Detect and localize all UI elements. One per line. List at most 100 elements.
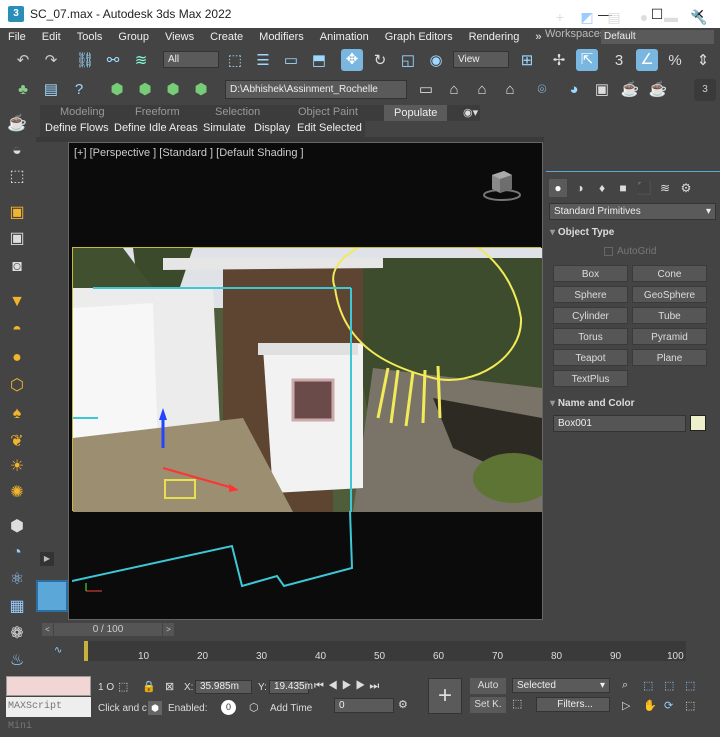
shortcut-3-icon[interactable]: ⬢ (162, 79, 184, 101)
spark-icon[interactable]: ❦ (6, 431, 28, 453)
select-and-place-icon[interactable]: ◉ (425, 50, 447, 72)
motion-tab-icon[interactable]: ● (635, 8, 653, 26)
hierarchy-tab-icon[interactable]: ▤ (605, 8, 623, 26)
playback-controls[interactable]: ⏮◀▶▶⏭ (314, 680, 414, 694)
edit-selected-button[interactable]: Edit Selected (297, 122, 362, 134)
sun-icon[interactable]: ☀ (6, 456, 28, 478)
unlink-icon[interactable]: ⚯ (102, 50, 124, 72)
object-color-swatch[interactable] (690, 415, 706, 431)
object-paint-icon[interactable]: ◒ (6, 140, 28, 162)
tab-populate[interactable]: Populate (384, 105, 448, 121)
display-button[interactable]: Display (254, 122, 290, 134)
set-key-button[interactable]: Set K. (470, 697, 506, 713)
render-frame-icon[interactable]: ▣ (591, 79, 613, 101)
geodesic-icon[interactable]: ⬡ (6, 375, 28, 397)
maximize-viewport-icon[interactable]: ⬚ (685, 699, 699, 713)
shortcut-4-icon[interactable]: ⬢ (190, 79, 212, 101)
menu-group[interactable]: Group (110, 31, 157, 43)
viewport-lower-area[interactable] (71, 510, 541, 619)
simulate-button[interactable]: Simulate (203, 122, 246, 134)
sphere-button[interactable]: Sphere (553, 286, 628, 303)
menu-modifiers[interactable]: Modifiers (251, 31, 312, 43)
define-idle-areas-button[interactable]: Define Idle Areas (114, 122, 198, 134)
object-name-field[interactable]: Box001 (553, 415, 686, 432)
category-dropdown[interactable]: Standard Primitives ▾ (549, 203, 716, 220)
mushroom-icon[interactable]: ♠ (6, 403, 28, 425)
track-bar[interactable]: 10 20 30 40 50 60 70 80 90 100 (84, 641, 686, 662)
geosphere-button[interactable]: GeoSphere (632, 286, 707, 303)
named-selection-icon[interactable]: ⌂ (443, 79, 465, 101)
help-icon[interactable]: ? (68, 79, 90, 101)
next-frame-icon[interactable]: > (163, 623, 174, 636)
selection-filter-dropdown[interactable]: All (163, 51, 219, 68)
cone-button[interactable]: Cone (632, 265, 707, 282)
systems-icon[interactable]: ⚙ (677, 179, 695, 197)
helpers-icon[interactable]: ⬛ (635, 179, 653, 197)
layer-explorer-icon[interactable]: ▤ (40, 79, 62, 101)
utilities-tab-icon[interactable]: 🔧 (690, 8, 708, 26)
name-and-color-rollout[interactable]: ▾ Name and Color (550, 396, 714, 411)
folder-open-icon[interactable]: ▭ (415, 79, 437, 101)
angle-snap-icon[interactable]: ∠ (636, 49, 658, 71)
key-mode-icon[interactable]: ⬚ (512, 697, 530, 712)
percent-snap-icon[interactable]: % (664, 50, 686, 72)
geometry-icon[interactable]: ● (549, 179, 567, 197)
zoom-all-icon[interactable]: ⬚ (643, 679, 657, 693)
keyboard-shortcut-override-icon[interactable]: ⇱ (576, 49, 598, 71)
add-time-tag[interactable]: Add Time (270, 703, 312, 714)
selected-dropdown[interactable]: Selected ▾ (512, 678, 610, 693)
menu-create[interactable]: Create (202, 31, 251, 43)
hemisphere-icon[interactable]: ◓ (6, 319, 28, 341)
menu-rendering[interactable]: Rendering (461, 31, 528, 43)
viewport-label[interactable]: [+] [Perspective ] [Standard ] [Default … (74, 147, 304, 159)
x-coordinate-field[interactable]: 35.985m (195, 680, 252, 694)
select-manipulate-icon[interactable]: ✢ (548, 50, 570, 72)
key-filters-button[interactable]: Filters... (536, 697, 610, 712)
tube-button[interactable]: Tube (632, 307, 707, 324)
spinner-snap-icon[interactable]: ⇕ (692, 50, 714, 72)
fire-icon[interactable]: ♨ (6, 650, 28, 672)
expand-toolbar-icon[interactable]: ▶ (40, 552, 54, 566)
zoom-extents-icon[interactable]: ⬚ (664, 679, 678, 693)
plane-button[interactable]: Plane (632, 349, 707, 366)
menu-views[interactable]: Views (157, 31, 202, 43)
selection-lock-icon[interactable]: 🔒 (142, 680, 156, 694)
time-tag-icon[interactable]: ⬡ (249, 701, 263, 715)
light-icon[interactable]: ▼ (6, 291, 28, 313)
viewcube-icon[interactable] (482, 165, 522, 205)
curve-editor-icon[interactable]: ∿ (54, 645, 68, 659)
undo-icon[interactable]: ↶ (12, 50, 34, 72)
teapot-icon[interactable]: ☕ (6, 113, 28, 135)
render-setup-icon[interactable]: ⌾ (531, 79, 553, 101)
viewport-layout-tab[interactable] (36, 580, 68, 612)
hair-icon[interactable]: ❁ (6, 623, 28, 645)
select-by-name-icon[interactable]: ☰ (252, 50, 274, 72)
tab-selection[interactable]: Selection (215, 106, 260, 118)
absolute-mode-icon[interactable]: ⊠ (165, 680, 179, 694)
sphere-icon[interactable]: ● (6, 347, 28, 369)
molecule-icon[interactable]: ⚛ (6, 569, 28, 591)
menu-tools[interactable]: Tools (69, 31, 111, 43)
project-path-dropdown[interactable]: D:\Abhishek\Assinment_Rochelle (225, 80, 407, 99)
y-coordinate-field[interactable]: 19.435m (269, 680, 313, 694)
autodesk-icon[interactable]: 3 (694, 79, 716, 101)
select-and-move-icon[interactable]: ✥ (341, 49, 363, 71)
define-flows-button[interactable]: Define Flows (45, 122, 109, 134)
shortcut-2-icon[interactable]: ⬢ (134, 79, 156, 101)
render-camera-icon[interactable]: ◙ (6, 256, 28, 278)
select-and-rotate-icon[interactable]: ↻ (369, 50, 391, 72)
snaps-toggle-icon[interactable]: 3 (608, 50, 630, 72)
tab-object-paint[interactable]: Object Paint (298, 106, 358, 118)
zoom-icon[interactable]: ⌕ (622, 679, 636, 693)
isolate-selection-icon[interactable]: ⬚ (118, 680, 132, 694)
cube-icon[interactable]: ⬢ (6, 516, 28, 538)
align-icon[interactable]: ⌂ (499, 79, 521, 101)
orbit-icon[interactable]: ⟳ (664, 699, 678, 713)
field-of-view-icon[interactable]: ▷ (622, 699, 636, 713)
maxscript-mini-output[interactable]: MAXScript Mini (6, 697, 91, 732)
torus-button[interactable]: Torus (553, 328, 628, 345)
menu-animation[interactable]: Animation (312, 31, 377, 43)
object-type-rollout[interactable]: ▾ Object Type (550, 225, 714, 240)
time-marker[interactable] (84, 641, 88, 661)
zoom-extents-all-icon[interactable]: ⬚ (685, 679, 699, 693)
